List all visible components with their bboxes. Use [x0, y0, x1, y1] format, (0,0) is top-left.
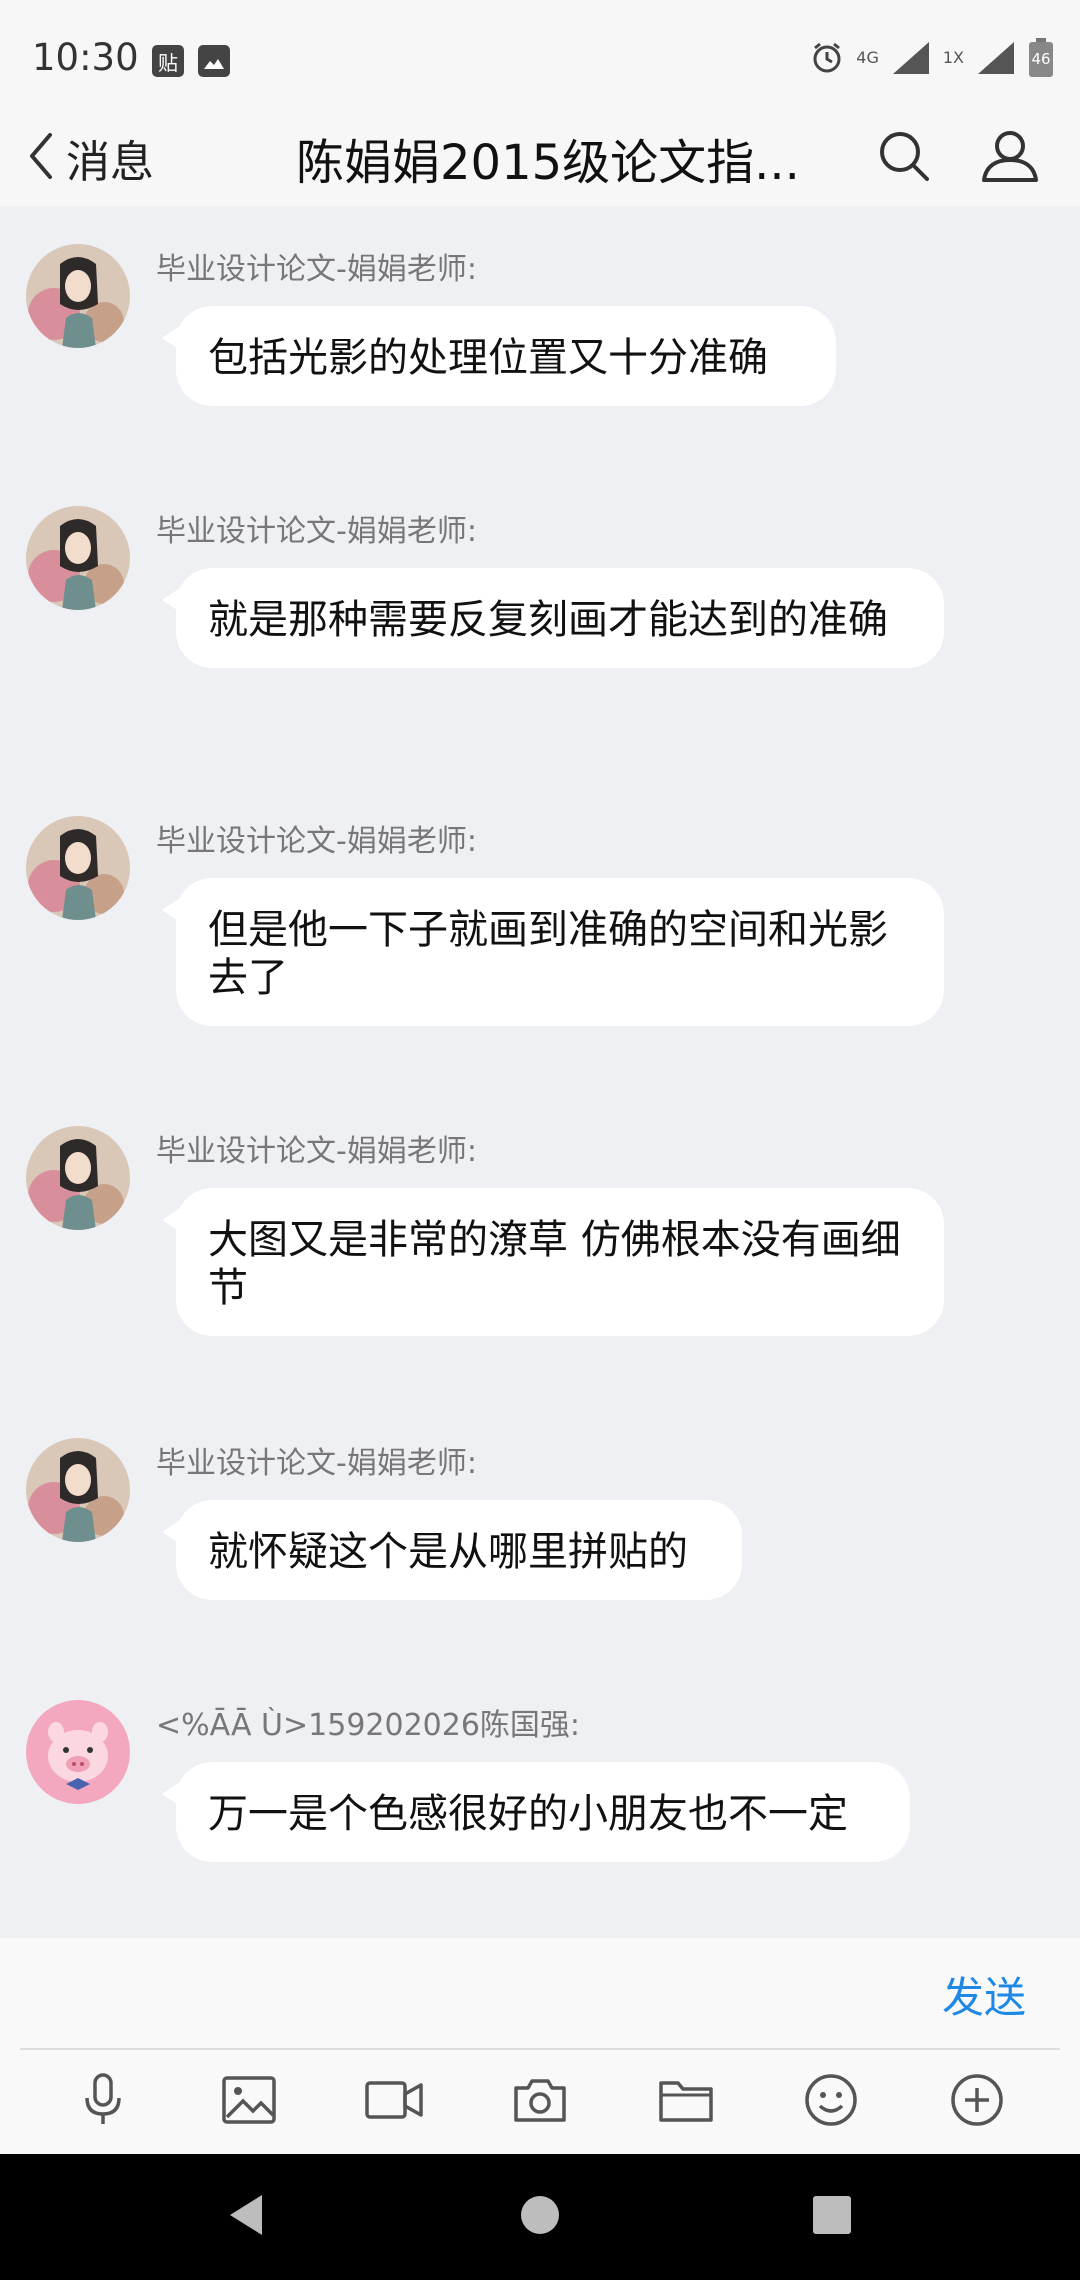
network-1x-label: 1X [942, 48, 964, 67]
message-text: 万一是个色感很好的小朋友也不一定 [208, 1791, 848, 1837]
message-text: 就是那种需要反复刻画才能达到的准确 [208, 597, 888, 643]
message-bubble[interactable]: 大图又是非常的潦草 仿佛根本没有画细节 [162, 1188, 944, 1336]
sender-name: 毕业设计论文-娟娟老师: [156, 824, 477, 859]
chevron-left-icon [26, 131, 56, 185]
video-icon [364, 2078, 424, 2126]
camera-button[interactable] [500, 2062, 580, 2142]
teacher-avatar[interactable] [26, 244, 130, 348]
title-bar: 消息 陈娟娟2015级论文指... [0, 110, 1080, 206]
circle-home-icon [520, 2195, 560, 2239]
sender-name: 毕业设计论文-娟娟老师: [156, 1446, 477, 1481]
pig-avatar[interactable] [26, 1700, 130, 1804]
image-icon [221, 2075, 277, 2129]
message-text: 就怀疑这个是从哪里拼贴的 [208, 1529, 688, 1575]
more-button[interactable] [937, 2062, 1017, 2142]
gallery-notification-icon [198, 45, 230, 77]
status-indicators: 4G 1X 46 [810, 38, 1054, 78]
nav-home-button[interactable] [510, 2187, 570, 2247]
message-text: 但是他一下子就画到准确的空间和光影去了 [208, 907, 888, 1001]
message-bubble[interactable]: 包括光影的处理位置又十分准确 [162, 306, 836, 406]
system-navigation-bar [0, 2154, 1080, 2280]
chat-profile-button[interactable] [972, 120, 1048, 196]
search-button[interactable] [866, 120, 942, 196]
chat-message-list[interactable]: 毕业设计论文-娟娟老师: 包括光影的处理位置又十分准确 毕业设计论文-娟娟老师:… [0, 206, 1080, 1938]
notification-badge-icon: 贴 [152, 45, 184, 77]
send-button[interactable]: 发送 [942, 1938, 1026, 2050]
teacher-avatar[interactable] [26, 1438, 130, 1542]
teacher-avatar[interactable] [26, 506, 130, 610]
emoji-button[interactable] [791, 2062, 871, 2142]
teacher-avatar[interactable] [26, 816, 130, 920]
search-icon [877, 129, 931, 187]
sender-name: 毕业设计论文-娟娟老师: [156, 514, 477, 549]
back-label: 消息 [66, 137, 154, 188]
triangle-back-icon [226, 2193, 266, 2241]
back-button[interactable]: 消息 [26, 120, 154, 196]
chat-title: 陈娟娟2015级论文指... [296, 135, 796, 191]
message-text: 包括光影的处理位置又十分准确 [208, 335, 768, 381]
message-bubble[interactable]: 万一是个色感很好的小朋友也不一定 [162, 1762, 910, 1862]
network-4g-label: 4G [856, 48, 879, 67]
status-bar: 10:30 贴 4G 1X 46 [0, 0, 1080, 110]
teacher-avatar[interactable] [26, 1126, 130, 1230]
battery-icon: 46 [1028, 38, 1054, 78]
voice-button[interactable] [63, 2062, 143, 2142]
message-bubble[interactable]: 就是那种需要反复刻画才能达到的准确 [162, 568, 944, 668]
alarm-icon [810, 41, 844, 75]
message-bubble[interactable]: 就怀疑这个是从哪里拼贴的 [162, 1500, 742, 1600]
plus-icon [949, 2072, 1005, 2132]
sender-name: 毕业设计论文-娟娟老师: [156, 1134, 477, 1169]
microphone-icon [78, 2072, 128, 2132]
signal-icon [891, 40, 931, 76]
sender-name: 毕业设计论文-娟娟老师: [156, 252, 477, 287]
input-toolbar [0, 2050, 1080, 2154]
emoji-icon [803, 2072, 859, 2132]
camera-icon [512, 2076, 568, 2128]
square-recents-icon [812, 2195, 852, 2239]
file-button[interactable] [646, 2062, 726, 2142]
nav-back-button[interactable] [216, 2187, 276, 2247]
message-text: 大图又是非常的潦草 仿佛根本没有画细节 [208, 1217, 901, 1311]
folder-icon [658, 2077, 714, 2127]
message-input[interactable] [20, 1948, 920, 2038]
signal-icon-secondary [976, 40, 1016, 76]
nav-recents-button[interactable] [802, 2187, 862, 2247]
message-input-bar: 发送 [0, 1938, 1080, 2050]
status-time: 10:30 [32, 36, 139, 79]
sender-name: <%ĀĀ Ù>159202026陈国强: [156, 1708, 581, 1743]
person-icon [980, 128, 1040, 188]
battery-level: 46 [1031, 50, 1051, 68]
message-bubble[interactable]: 但是他一下子就画到准确的空间和光影去了 [162, 878, 944, 1026]
video-button[interactable] [354, 2062, 434, 2142]
image-button[interactable] [209, 2062, 289, 2142]
